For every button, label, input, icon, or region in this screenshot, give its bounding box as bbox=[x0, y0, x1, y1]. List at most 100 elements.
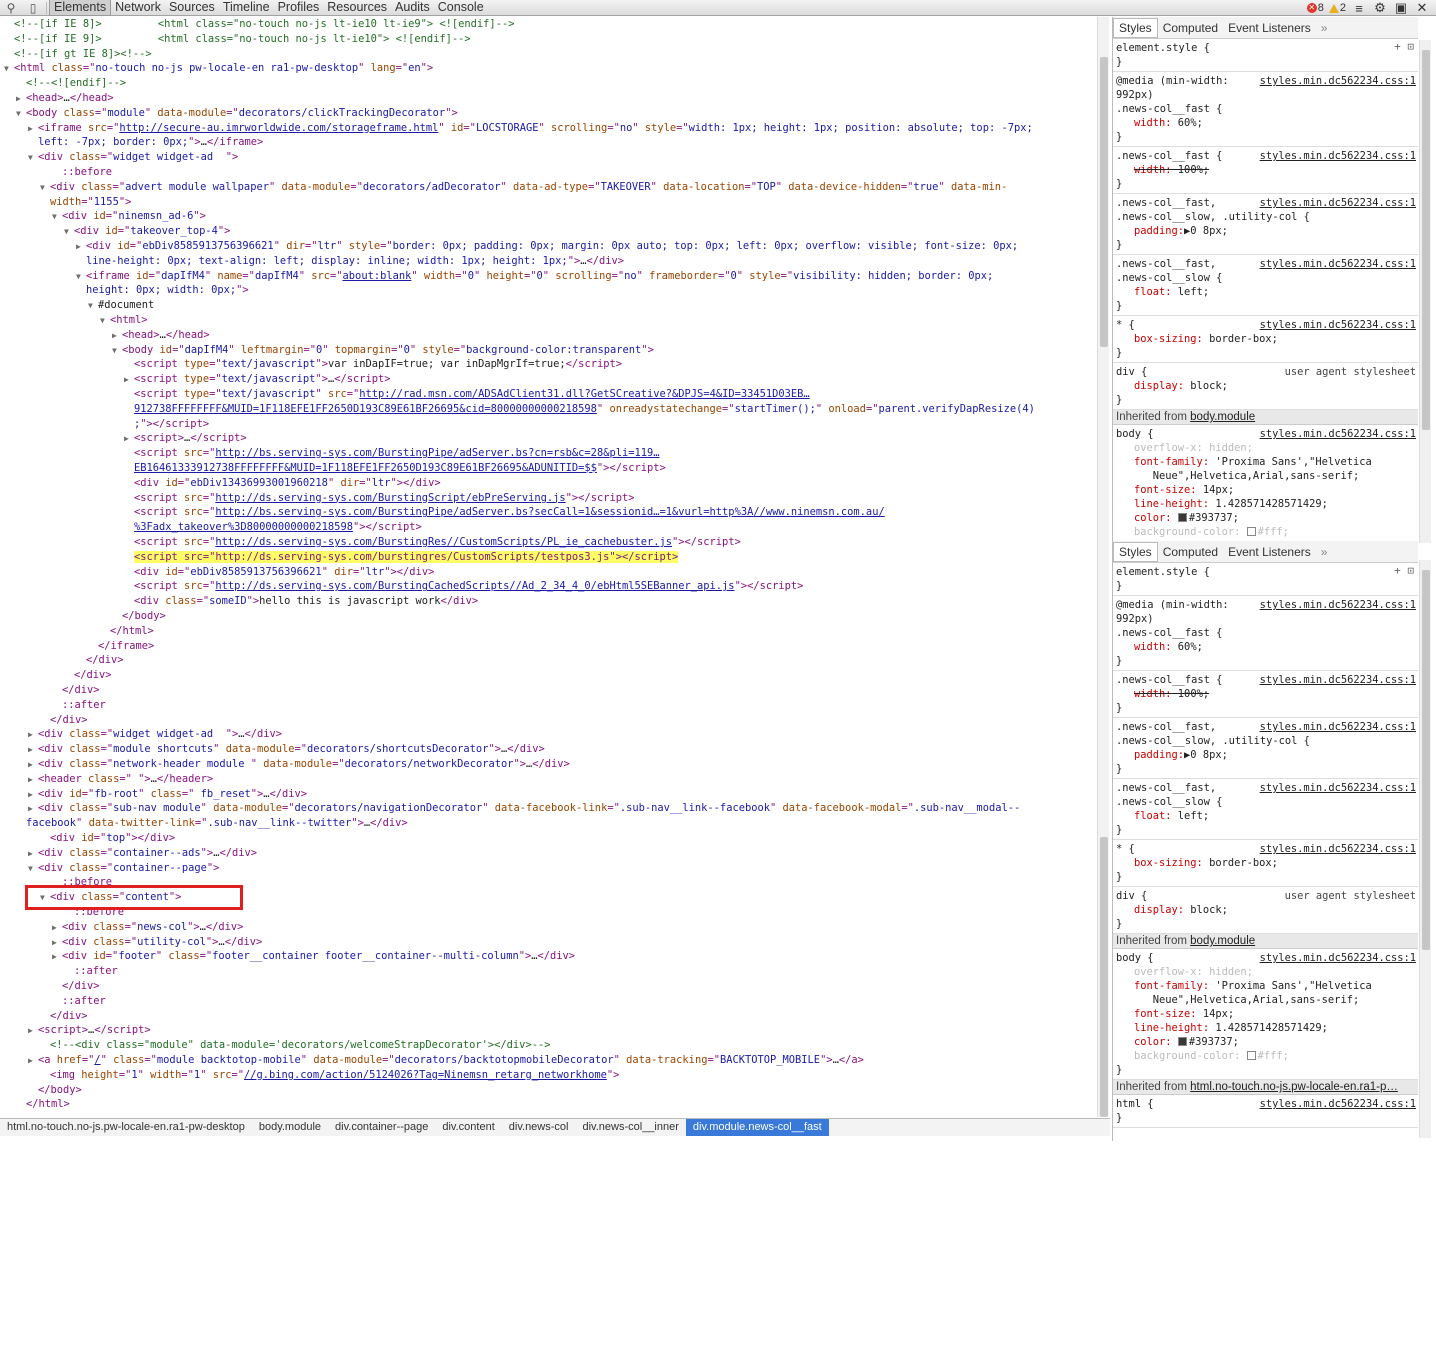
collapsed-triangle-icon[interactable]: ▶ bbox=[28, 772, 38, 787]
dom-node-line[interactable]: ▶ <div class="network-header module " dat… bbox=[28, 757, 570, 772]
css-property[interactable]: padding:▶0 8px; bbox=[1116, 224, 1415, 238]
dom-node-line[interactable]: ;"></script> bbox=[124, 417, 209, 432]
expanded-triangle-icon[interactable]: ▼ bbox=[112, 343, 122, 358]
css-property[interactable]: font-size: 14px; bbox=[1116, 1007, 1415, 1021]
expanded-triangle-icon[interactable]: ▼ bbox=[52, 209, 62, 224]
breadcrumb-item[interactable]: body.module bbox=[252, 1119, 328, 1136]
expanded-triangle-icon[interactable]: ▼ bbox=[4, 61, 14, 76]
css-source-link[interactable]: styles.min.dc562234.css:1 bbox=[1260, 781, 1416, 795]
dom-node-line[interactable]: <!--[if IE 9]> <html class="no-touch no-… bbox=[4, 32, 471, 47]
expanded-triangle-icon[interactable]: ▼ bbox=[88, 298, 98, 313]
expanded-triangle-icon[interactable]: ▼ bbox=[28, 861, 38, 876]
dom-node-line[interactable]: ▼ <iframe id="dapIfM4" name="dapIfM4" src… bbox=[76, 269, 993, 284]
css-property[interactable]: font-family: 'Proxima Sans',"Helvetica N… bbox=[1116, 455, 1415, 483]
warning-count-badge[interactable]: 2 bbox=[1328, 2, 1346, 14]
dom-node-line[interactable]: ▼ <div id="ninemsn_ad-6"> bbox=[52, 209, 206, 224]
dom-node-line[interactable]: ▼ <div class="container--page"> bbox=[28, 861, 219, 876]
dom-node-line[interactable]: ▶ <div class="widget widget-ad ">…</div> bbox=[28, 727, 282, 742]
collapsed-triangle-icon[interactable]: ▶ bbox=[28, 787, 38, 802]
dom-node-line[interactable]: </html> bbox=[100, 624, 154, 639]
dom-node-line[interactable]: height: 0px; width: 0px;"> bbox=[76, 283, 249, 298]
css-source-link[interactable]: styles.min.dc562234.css:1 bbox=[1260, 196, 1416, 210]
dom-node-line[interactable]: </div> bbox=[52, 683, 100, 698]
collapsed-triangle-icon[interactable]: ▶ bbox=[124, 372, 134, 387]
dom-node-line[interactable]: ▶ <div class="news-col">…</div> bbox=[52, 920, 243, 935]
dom-node-line[interactable]: </body> bbox=[112, 609, 166, 624]
tab-sources[interactable]: Sources bbox=[165, 0, 219, 16]
expanded-triangle-icon[interactable]: ▼ bbox=[76, 269, 86, 284]
expanded-triangle-icon[interactable]: ▼ bbox=[28, 150, 38, 165]
dom-node-line[interactable]: ▶ <div id="ebDiv8585913756396621" dir="lt… bbox=[76, 239, 1018, 254]
dom-node-line[interactable]: <script type="text/javascript" src="http… bbox=[124, 387, 810, 402]
elements-dom-tree[interactable]: <!--[if IE 8]> <html class="no-touch no-… bbox=[0, 17, 1096, 1117]
collapsed-triangle-icon[interactable]: ▶ bbox=[52, 935, 62, 950]
dom-node-line[interactable]: ▶ <div id="footer" class="footer__contain… bbox=[52, 949, 575, 964]
dom-node-line[interactable]: </div> bbox=[40, 713, 88, 728]
dom-node-line[interactable]: </div> bbox=[40, 1009, 88, 1024]
breadcrumb-item[interactable]: div.news-col__inner bbox=[575, 1119, 685, 1136]
dom-node-line[interactable]: ▼ <div class="advert module wallpaper" da… bbox=[40, 180, 1007, 195]
breadcrumb-item[interactable]: div.news-col bbox=[502, 1119, 576, 1136]
css-property[interactable]: display: block; bbox=[1116, 903, 1415, 917]
css-property[interactable]: width: 60%; bbox=[1116, 116, 1415, 130]
dom-node-line[interactable]: <script src="http://ds.serving-sys.com/B… bbox=[124, 535, 741, 550]
css-property[interactable]: float: left; bbox=[1116, 285, 1415, 299]
dom-node-line[interactable]: <script type="text/javascript">var inDap… bbox=[124, 357, 622, 372]
dock-icon[interactable]: ▣ bbox=[1393, 0, 1409, 16]
settings-gear-icon[interactable]: ⚙ bbox=[1372, 0, 1388, 16]
dom-node-line[interactable]: </div> bbox=[52, 979, 100, 994]
elements-scrollbar[interactable] bbox=[1097, 17, 1109, 1117]
search-icon[interactable]: ⚲ bbox=[0, 0, 22, 16]
css-property[interactable]: line-height: 1.428571428571429; bbox=[1116, 1021, 1415, 1035]
dom-node-line[interactable]: ▶ <div class="module shortcuts" data-modu… bbox=[28, 742, 545, 757]
css-source-link[interactable]: styles.min.dc562234.css:1 bbox=[1260, 598, 1416, 612]
dom-node-line[interactable]: </iframe> bbox=[88, 639, 154, 654]
dom-node-line[interactable]: <div class="someID">hello this is javasc… bbox=[124, 594, 478, 609]
dom-node-line[interactable]: </html> bbox=[16, 1097, 70, 1112]
css-source-link[interactable]: styles.min.dc562234.css:1 bbox=[1260, 1097, 1416, 1111]
dom-node-line[interactable]: ▼ <html> bbox=[100, 313, 148, 328]
styles-tab-3[interactable]: » bbox=[1316, 19, 1333, 37]
breadcrumb-item[interactable]: html.no-touch.no-js.pw-locale-en.ra1-pw-… bbox=[0, 1119, 252, 1136]
collapsed-triangle-icon[interactable]: ▶ bbox=[28, 801, 38, 816]
dom-node-line[interactable]: <img height="1" width="1" src="//g.bing.… bbox=[40, 1068, 619, 1083]
tab-console[interactable]: Console bbox=[434, 0, 488, 16]
dom-node-line[interactable]: ::after bbox=[52, 698, 106, 713]
css-source-link[interactable]: styles.min.dc562234.css:1 bbox=[1260, 720, 1416, 734]
dom-node-line[interactable]: ▶ <div class="container--ads">…</div> bbox=[28, 846, 257, 861]
css-property[interactable]: display: block; bbox=[1116, 379, 1415, 393]
dom-node-line[interactable]: %3Fadx_takeover%3D80000000000218598"></s… bbox=[124, 520, 422, 535]
dom-node-line[interactable]: <div id="top"></div> bbox=[40, 831, 175, 846]
css-property[interactable]: width: 100%; bbox=[1116, 163, 1415, 177]
tab-audits[interactable]: Audits bbox=[391, 0, 434, 16]
dom-node-line[interactable]: ▶ <iframe src="http://secure-au.imrworldw… bbox=[28, 121, 1033, 136]
css-property[interactable]: box-sizing: border-box; bbox=[1116, 332, 1415, 346]
styles-tab-2[interactable]: Event Listeners bbox=[1223, 19, 1316, 37]
css-source-link[interactable]: styles.min.dc562234.css:1 bbox=[1260, 74, 1416, 88]
dom-node-line[interactable]: <script src="http://bs.serving-sys.com/B… bbox=[124, 505, 885, 520]
styles-tab-2[interactable]: Event Listeners bbox=[1223, 543, 1316, 561]
css-property[interactable]: float: left; bbox=[1116, 809, 1415, 823]
dom-node-line[interactable]: <script src="http://ds.serving-sys.com/b… bbox=[124, 550, 679, 565]
css-source-link[interactable]: styles.min.dc562234.css:1 bbox=[1260, 318, 1416, 332]
console-drawer-icon[interactable]: ≡ bbox=[1351, 1, 1367, 16]
css-source-link[interactable]: styles.min.dc562234.css:1 bbox=[1260, 149, 1416, 163]
new-style-rule-icon[interactable]: + ⊡ bbox=[1394, 40, 1414, 53]
color-swatch[interactable] bbox=[1246, 1051, 1256, 1060]
collapsed-triangle-icon[interactable]: ▶ bbox=[28, 1053, 38, 1068]
dom-node-line[interactable]: ▶ <script type="text/javascript">…</scrip… bbox=[124, 372, 391, 387]
css-source-link[interactable]: styles.min.dc562234.css:1 bbox=[1260, 427, 1416, 441]
styles-scrollbar-lower[interactable] bbox=[1419, 560, 1431, 1138]
dom-node-line[interactable]: </div> bbox=[64, 668, 112, 683]
css-property[interactable]: padding:▶0 8px; bbox=[1116, 748, 1415, 762]
css-source-link[interactable]: styles.min.dc562234.css:1 bbox=[1260, 673, 1416, 687]
collapsed-triangle-icon[interactable]: ▶ bbox=[112, 328, 122, 343]
dom-node-line[interactable]: <div id="ebDiv8585913756396621" dir="ltr… bbox=[124, 565, 434, 580]
tab-elements[interactable]: Elements bbox=[49, 0, 112, 16]
css-property[interactable]: box-sizing: border-box; bbox=[1116, 856, 1415, 870]
inherited-from-link[interactable]: body.module bbox=[1190, 411, 1255, 423]
tab-network[interactable]: Network bbox=[111, 0, 165, 16]
error-count-badge[interactable]: ✕ 8 bbox=[1306, 2, 1324, 14]
dom-node-line[interactable]: <script src="http://bs.serving-sys.com/B… bbox=[124, 446, 660, 461]
css-property[interactable]: overflow-x: hidden; bbox=[1116, 441, 1415, 455]
